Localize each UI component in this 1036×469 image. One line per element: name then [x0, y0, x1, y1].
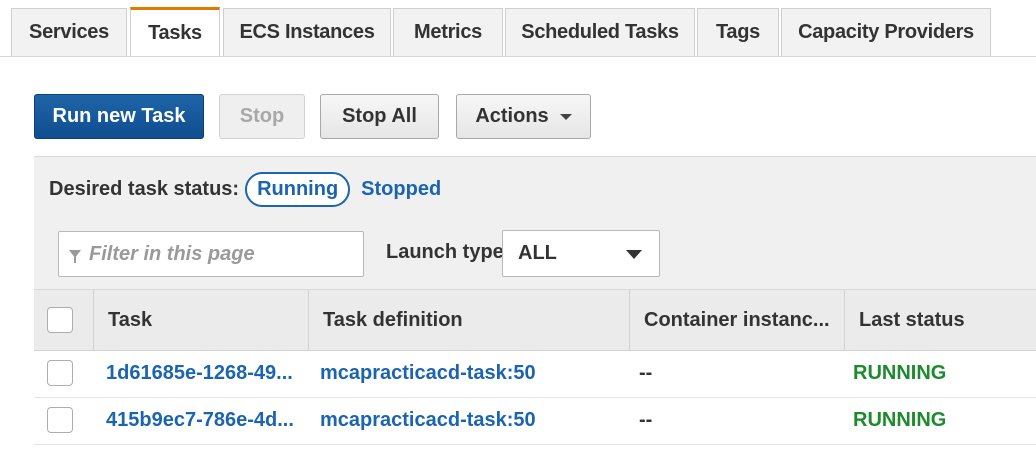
column-task-definition[interactable]: Task definition [308, 290, 629, 350]
tab-divider [0, 56, 1036, 57]
container-instance: -- [639, 409, 653, 431]
task-id-link[interactable]: 415b9ec7-786e-4d... [106, 397, 294, 444]
actions-label: Actions [475, 105, 549, 127]
tab-capacity-providers[interactable]: Capacity Providers [781, 8, 991, 56]
column-task[interactable]: Task [93, 290, 308, 350]
desired-status-row: Desired task status: Running Stopped [49, 171, 441, 207]
tab-ecs-instances[interactable]: ECS Instances [223, 8, 391, 56]
column-last-status[interactable]: Last status [844, 290, 1036, 350]
tab-scheduled-tasks[interactable]: Scheduled Tasks [505, 8, 695, 56]
select-all-checkbox[interactable] [47, 307, 73, 333]
table-header: Task Task definition Container instanc..… [34, 289, 1036, 351]
launch-type-label: Launch type [386, 241, 504, 263]
stop-all-button[interactable]: Stop All [320, 94, 439, 139]
container-instance: -- [639, 362, 653, 384]
tab-tasks[interactable]: Tasks [130, 7, 220, 56]
task-definition-link[interactable]: mcapracticacd-task:50 [320, 350, 536, 397]
launch-type-value: ALL [518, 242, 557, 264]
filter-panel: Desired task status: Running Stopped Fil… [34, 156, 1036, 290]
status-text: RUNNING [853, 362, 947, 384]
status-text: RUNNING [853, 409, 947, 431]
tab-services[interactable]: Services [11, 8, 127, 56]
run-new-task-button[interactable]: Run new Task [34, 94, 204, 139]
task-definition-link[interactable]: mcapracticacd-task:50 [320, 397, 536, 444]
desired-status-label: Desired task status: [49, 177, 240, 200]
tab-tags[interactable]: Tags [697, 8, 779, 56]
table-row: 1d61685e-1268-49... mcapracticacd-task:5… [34, 350, 1036, 398]
column-container-instance[interactable]: Container instanc... [629, 290, 844, 350]
filter-input[interactable]: Filter in this page [58, 231, 364, 277]
filter-placeholder: Filter in this page [89, 242, 255, 265]
launch-type-select[interactable]: ALL [502, 230, 660, 277]
status-stopped-link[interactable]: Stopped [361, 178, 441, 201]
filter-icon [69, 250, 81, 263]
tab-bar: Services Tasks ECS Instances Metrics Sch… [0, 0, 1036, 57]
row-checkbox[interactable] [47, 407, 73, 433]
task-id-link[interactable]: 1d61685e-1268-49... [106, 350, 293, 397]
stop-button[interactable]: Stop [219, 94, 305, 139]
chevron-down-icon [559, 113, 572, 120]
actions-dropdown-button[interactable]: Actions [456, 94, 591, 139]
row-checkbox[interactable] [47, 360, 73, 386]
tab-metrics[interactable]: Metrics [393, 8, 503, 56]
dropdown-arrow-icon [626, 250, 642, 259]
status-running-pill[interactable]: Running [245, 171, 351, 207]
table-row: 415b9ec7-786e-4d... mcapracticacd-task:5… [34, 397, 1036, 445]
